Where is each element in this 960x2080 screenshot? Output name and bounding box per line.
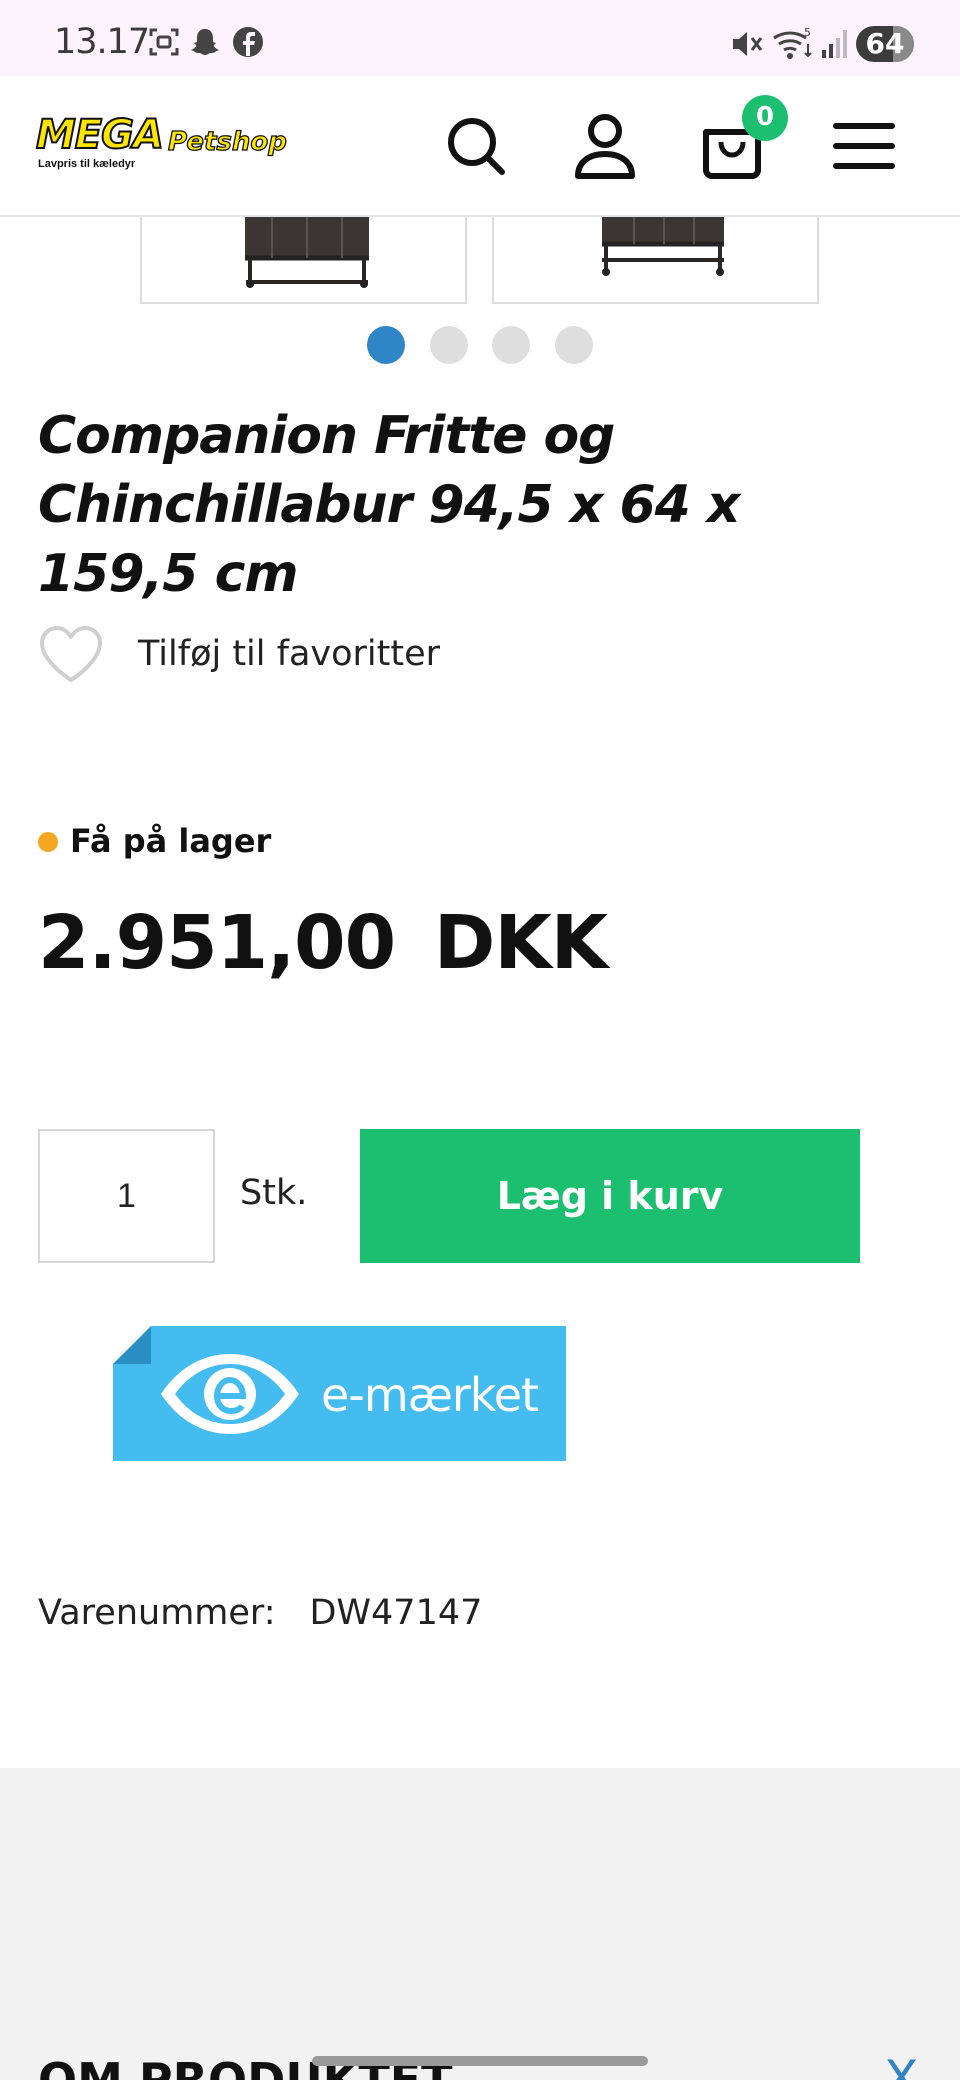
screenshot-icon <box>149 28 179 56</box>
battery-level: 64 <box>865 27 905 60</box>
site-header: MEGA Petshop Lavpris til kæledyr <box>0 76 960 217</box>
stock-status-label: Få på lager <box>70 822 272 860</box>
status-time: 13.17 <box>54 22 150 62</box>
menu-icon[interactable] <box>824 106 904 186</box>
e-maerket-badge[interactable]: e-mærket <box>113 1326 566 1461</box>
cart-count-badge: 0 <box>742 95 788 141</box>
svg-text:5: 5 <box>804 26 811 39</box>
about-product-toggle[interactable]: X <box>884 2050 918 2080</box>
e-maerket-label: e-mærket <box>321 1368 539 1422</box>
battery-indicator: 64 <box>856 26 914 62</box>
sku-value: DW47147 <box>309 1593 483 1633</box>
quantity-unit: Stk. <box>240 1173 308 1213</box>
sku-label: Varenummer: <box>38 1593 276 1633</box>
gallery-pagination <box>0 326 960 364</box>
product-title: Companion Fritte og Chinchillabur 94,5 x… <box>38 406 740 604</box>
wifi-icon: 5 <box>773 26 812 59</box>
product-price: 2.951,00 DKK <box>38 900 608 986</box>
stock-status: Få på lager <box>38 820 438 864</box>
search-icon[interactable] <box>436 106 516 186</box>
signal-icon <box>822 30 847 58</box>
status-bar: 13.17 5 64 <box>0 0 960 76</box>
facebook-icon <box>233 27 263 57</box>
e-maerket-eye-icon <box>161 1354 299 1434</box>
logo-sub-text: Petshop <box>167 127 287 157</box>
add-to-cart-button[interactable]: Læg i kurv <box>360 1129 860 1263</box>
snapchat-icon <box>191 29 219 55</box>
gallery-dot[interactable] <box>367 326 405 364</box>
gesture-navigation-bar[interactable] <box>312 2056 648 2066</box>
mute-icon <box>733 32 763 56</box>
add-to-favorites[interactable]: Tilføj til favoritter <box>38 624 518 684</box>
stock-indicator-dot <box>38 832 58 852</box>
quantity-input[interactable] <box>38 1129 215 1263</box>
product-sku: Varenummer: DW47147 <box>38 1593 482 1633</box>
favorites-label: Tilføj til favoritter <box>138 634 441 674</box>
gallery-dot[interactable] <box>555 326 593 364</box>
gallery-dot[interactable] <box>430 326 468 364</box>
logo-main-text: MEGA <box>35 111 165 159</box>
megapetshop-logo[interactable]: MEGA Petshop Lavpris til kæledyr <box>35 111 288 176</box>
heart-icon <box>40 626 102 682</box>
account-icon[interactable] <box>565 106 645 186</box>
about-product-section: OM PRODUKTET X <box>0 1768 960 2080</box>
logo-tagline: Lavpris til kæledyr <box>38 158 136 170</box>
gallery-dot[interactable] <box>492 326 530 364</box>
